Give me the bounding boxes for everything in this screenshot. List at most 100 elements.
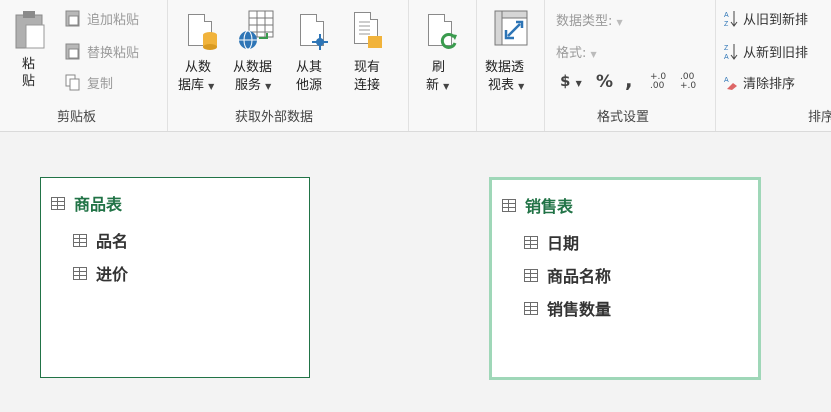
chevron-down-icon: ▼ [518,82,525,91]
chevron-down-icon: ▼ [208,82,215,91]
pivot-label-2-wrap: 视表 ▼ [488,77,524,95]
from-db-label-2-wrap: 据库 ▼ [178,77,214,95]
field-item[interactable]: 销售数量 [524,296,611,320]
field-item[interactable]: 进价 [73,261,128,285]
sort-group-label: 排序 [808,110,831,125]
chevron-down-icon: ▼ [443,82,450,91]
product-table-title: 商品表 [51,191,122,215]
field-name: 商品名称 [547,267,612,286]
from-other-source-button[interactable]: 从其 他源 [290,4,336,100]
data-service-icon [239,10,274,50]
pivot-table-button[interactable]: 数据透 视表 ▼ [480,4,542,100]
field-name: 销售数量 [547,300,612,319]
paste-label-1: 粘 [22,57,36,72]
percent-button[interactable]: % [596,72,613,92]
table-column-icon [524,235,538,249]
field-item[interactable]: 品名 [73,228,128,252]
format-dropdown[interactable]: 格式: ▼ [556,42,597,61]
table-column-icon [73,266,87,280]
field-item[interactable]: 日期 [524,230,579,254]
from-db-label-2: 据库 [178,78,205,93]
chevron-down-icon: ▼ [590,50,597,59]
from-service-label-2-wrap: 服务 ▼ [235,77,271,95]
field-item[interactable]: 商品名称 [524,263,611,287]
group-separator [715,0,716,131]
sort-new-to-old-label: 从新到旧排 [743,45,809,61]
pivot-table-icon [494,10,528,46]
paste-label-2: 贴 [22,74,36,89]
refresh-button[interactable]: 刷 新 ▼ [412,4,468,100]
data-type-label: 数据类型: [556,14,613,29]
existing-label-1: 现有 [354,60,381,75]
from-database-button[interactable]: 从数 据库 ▼ [172,4,226,100]
refresh-label-1: 刷 [432,60,446,75]
field-name: 日期 [547,234,580,253]
table-column-icon [524,268,538,282]
data-type-dropdown[interactable]: 数据类型: ▼ [556,10,623,29]
currency-button[interactable]: $ ▼ [560,72,582,90]
replace-paste-button[interactable]: 替换粘贴 [64,40,139,62]
table-icon [51,196,65,210]
svg-text:Z: Z [724,45,729,52]
from-other-label-1: 从其 [296,60,323,75]
replace-paste-label: 替换粘贴 [87,45,140,61]
copy-button[interactable]: 复制 [64,71,113,93]
pivot-label-1: 数据透 [485,60,525,75]
sort-new-to-old-button[interactable]: ZA 从新到旧排 [724,40,808,62]
sales-table-card[interactable]: 销售表 日期 商品名称 销售数量 [489,177,761,380]
sales-table-title: 销售表 [502,193,573,217]
clear-sort-icon: A [724,73,738,91]
from-service-label-2: 服务 [235,78,262,93]
table-icon [502,198,516,212]
clipboard-group-label: 剪贴板 [57,110,97,125]
sort-old-to-new-button[interactable]: AZ 从旧到新排 [724,7,808,29]
product-table-card[interactable]: 商品表 品名 进价 [40,177,310,378]
existing-connections-button[interactable]: 现有 连接 [344,4,394,100]
clear-sort-button[interactable]: A 清除排序 [724,71,795,93]
refresh-icon [440,32,457,49]
group-separator [167,0,168,131]
from-other-label-2: 他源 [296,78,323,93]
chevron-down-icon: ▼ [616,18,623,27]
format-group-label: 格式设置 [597,110,650,125]
paste-icon [15,11,45,49]
format-label: 格式: [556,46,587,61]
paste-button[interactable]: 粘 贴 [8,4,56,100]
from-data-service-button[interactable]: 从数据 服务 ▼ [229,4,285,100]
refresh-label-2: 新 [426,78,440,93]
chevron-down-icon: ▼ [265,82,272,91]
group-separator [476,0,477,131]
currency-symbol: $ [560,72,571,90]
clear-sort-label: 清除排序 [743,76,796,92]
from-service-label-1: 从数据 [233,60,273,75]
ribbon: 粘 贴 追加粘贴 替换粘贴 复制 剪贴板 从数 据库 ▼ 从数据 服务 ▼ 从其… [0,0,831,132]
product-table-title-text: 商品表 [74,195,123,214]
copy-icon [64,73,82,91]
sales-table-title-text: 销售表 [525,197,574,216]
svg-text:A: A [724,54,729,60]
copy-label: 复制 [87,76,114,92]
append-paste-button[interactable]: 追加粘贴 [64,7,139,29]
svg-text:A: A [724,12,729,19]
append-paste-label: 追加粘贴 [87,12,140,28]
table-column-icon [524,301,538,315]
sort-descending-icon: ZA [724,42,738,61]
replace-paste-icon [64,42,82,60]
append-paste-icon [64,9,82,27]
group-separator [544,0,545,131]
get-external-group-label: 获取外部数据 [235,110,314,125]
table-column-icon [73,233,87,247]
comma-style-button[interactable]: , [625,68,633,92]
chevron-down-icon: ▼ [575,79,582,88]
field-name: 品名 [96,232,129,251]
sort-old-to-new-label: 从旧到新排 [743,12,809,28]
increase-decimal-icon: +.0 .00 [650,72,667,91]
decrease-decimal-icon: .00 +.0 [680,72,697,91]
increase-decimal-button[interactable]: +.0 .00 [650,73,676,91]
existing-label-2: 连接 [354,78,381,93]
decrease-decimal-button[interactable]: .00 +.0 [680,73,706,91]
sort-ascending-icon: AZ [724,9,738,28]
svg-text:A: A [724,77,729,84]
svg-text:Z: Z [724,21,729,27]
pivot-label-2: 视表 [488,78,515,93]
